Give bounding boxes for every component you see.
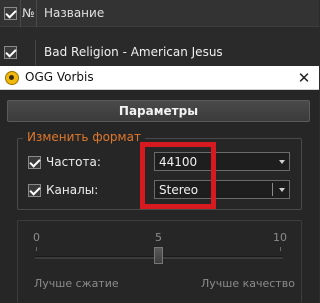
file-list-header: № Название <box>0 0 319 27</box>
dialog-title: OGG Vorbis <box>25 70 94 84</box>
channels-label: Каналы: <box>46 183 99 197</box>
quality-slider-thumb[interactable] <box>154 247 163 264</box>
file-list: № Название Bad Religion - American Jesus <box>0 0 319 66</box>
quality-min-label: Лучше сжатие <box>34 277 119 290</box>
channels-checkbox[interactable] <box>28 184 41 197</box>
quality-max-label: Лучше качество <box>201 277 295 290</box>
quality-tick-label-mid: 5 <box>155 231 162 244</box>
row-checkbox[interactable] <box>4 46 17 59</box>
column-header-number[interactable]: № <box>22 6 34 20</box>
row-divider <box>35 40 36 66</box>
slider-tick <box>280 247 281 251</box>
parameters-button[interactable]: Параметры <box>7 100 310 122</box>
column-header-name[interactable]: Название <box>44 6 104 20</box>
chevron-down-icon <box>279 188 285 192</box>
quality-tick-label-min: 0 <box>33 231 40 244</box>
highlight-box <box>140 142 216 209</box>
quality-tick-label-max: 10 <box>273 231 287 244</box>
dialog-titlebar: OGG Vorbis ✕ <box>0 66 319 90</box>
change-format-legend: Изменить формат <box>23 130 145 144</box>
dropdown-divider <box>272 183 273 196</box>
header-divider <box>20 0 21 27</box>
frequency-checkbox[interactable] <box>28 156 41 169</box>
close-icon[interactable]: ✕ <box>293 68 315 88</box>
frequency-label: Частота: <box>46 155 101 169</box>
header-divider <box>36 0 37 27</box>
track-title[interactable]: Bad Religion - American Jesus <box>44 45 223 59</box>
select-all-checkbox[interactable] <box>4 7 17 20</box>
ogg-vorbis-icon <box>5 71 19 85</box>
chevron-down-icon <box>279 160 285 164</box>
slider-tick <box>36 247 37 251</box>
